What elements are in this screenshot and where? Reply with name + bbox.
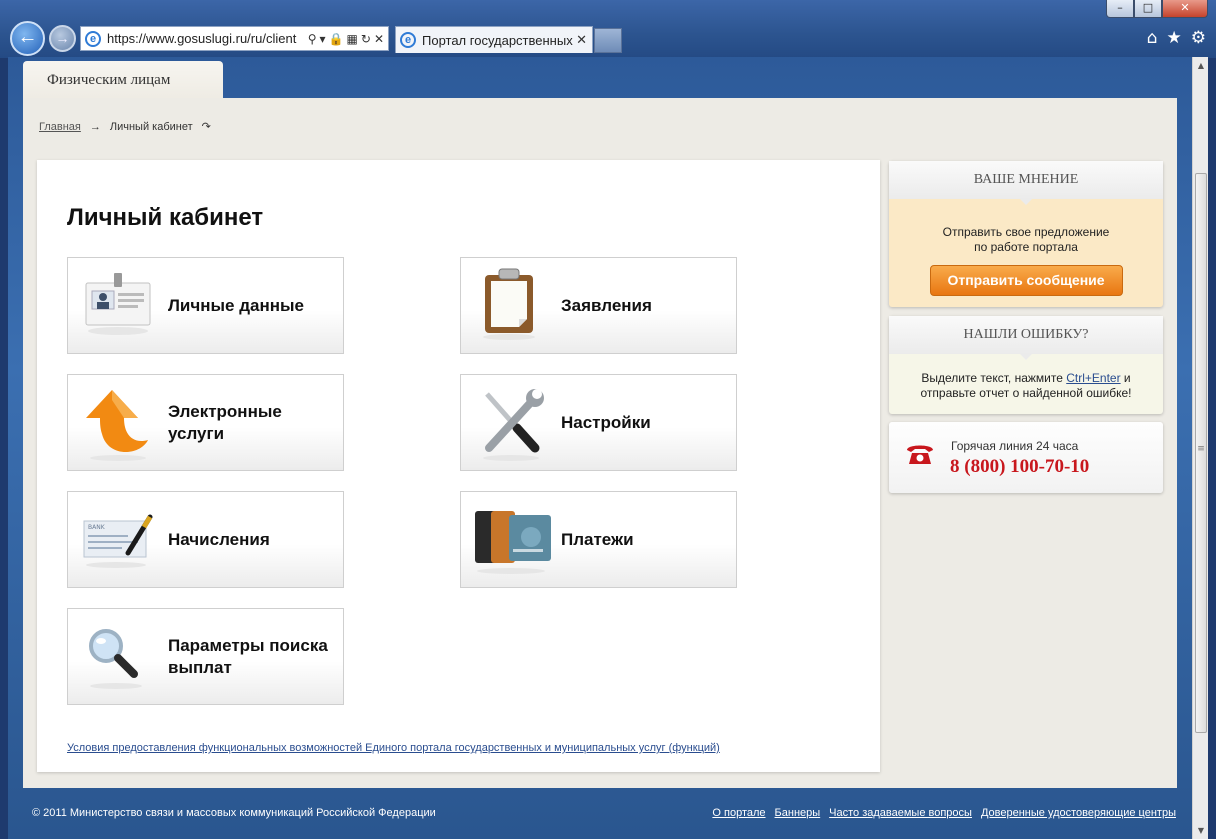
error-text-after: и: [1120, 371, 1131, 385]
breadcrumb: Главная → Личный кабинет ↷: [39, 120, 211, 134]
page-viewport: Физическим лицам Главная → Личный кабине…: [8, 57, 1208, 839]
opinion-text-2: по работе портала: [974, 240, 1078, 254]
hotline-phone: 8 (800) 100-70-10: [950, 456, 1090, 477]
footer-links: О портале Баннеры Часто задаваемые вопро…: [712, 807, 1176, 819]
page-content: Главная → Личный кабинет ↷ Личный кабине…: [23, 98, 1177, 788]
tools-icon: [461, 374, 561, 471]
ie-favicon-icon: e: [85, 30, 101, 47]
forward-button[interactable]: →: [49, 25, 76, 52]
opinion-header: ВАШЕ МНЕНИЕ: [889, 161, 1163, 205]
settings-gear-icon[interactable]: ⚙: [1191, 28, 1206, 48]
toolbar-right: ⌂ ★ ⚙: [1147, 28, 1206, 48]
scroll-thumb[interactable]: ≡: [1195, 173, 1207, 733]
compat-view-icon[interactable]: ▦: [347, 32, 358, 46]
window-controls: – □ ✕: [1106, 0, 1208, 18]
tile-label: Личные данные: [168, 295, 304, 315]
breadcrumb-home-link[interactable]: Главная: [39, 121, 81, 133]
lock-icon[interactable]: 🔒: [329, 32, 344, 46]
scroll-down-icon[interactable]: ▼: [1193, 822, 1208, 839]
stop-icon[interactable]: ✕: [374, 32, 384, 46]
tile-settings[interactable]: Настройки: [460, 374, 737, 471]
close-window-button[interactable]: ✕: [1162, 0, 1208, 18]
vertical-scrollbar[interactable]: ▲ ≡ ▼: [1192, 57, 1208, 839]
opinion-text-1: Отправить свое предложение: [942, 225, 1110, 239]
cabinet-card: Личный кабинет Личные данные Заявления Э…: [37, 160, 880, 772]
terms-link[interactable]: Условия предоставления функциональных во…: [67, 742, 720, 754]
id-card-icon: [68, 257, 168, 354]
telephone-icon: [907, 445, 933, 464]
tile-applications[interactable]: Заявления: [460, 257, 737, 354]
browser-chrome: – □ ✕ ← → e https://www.gosuslugi.ru/ru/…: [0, 0, 1216, 58]
clipboard-icon: [461, 257, 561, 354]
ctrl-enter-shortcut: Ctrl+Enter: [1066, 371, 1121, 385]
send-message-button[interactable]: Отправить сообщение: [929, 265, 1123, 296]
footer-link-about[interactable]: О портале: [712, 807, 765, 819]
tile-label: Настройки: [561, 412, 651, 432]
tile-label: Заявления: [561, 295, 652, 315]
breadcrumb-end-icon: ↷: [201, 121, 211, 133]
address-url[interactable]: https://www.gosuslugi.ru/ru/client: [107, 31, 308, 46]
tile-label: Параметры поиска выплат: [168, 635, 328, 677]
page-footer: © 2011 Министерство связи и массовых ком…: [8, 798, 1192, 828]
tab-favicon-icon: e: [400, 32, 416, 48]
tile-charges[interactable]: BANK Начисления: [67, 491, 344, 588]
tab-title: Портал государственных ...: [422, 32, 577, 48]
error-body: Выделите текст, нажмите Ctrl+Enter и отп…: [889, 354, 1163, 401]
tile-label: Электронные услуги: [168, 401, 282, 443]
refresh-icon[interactable]: ↻: [361, 32, 371, 46]
scroll-up-icon[interactable]: ▲: [1193, 57, 1208, 74]
hotline-label: Горячая линия 24 часа: [951, 439, 1079, 453]
home-icon[interactable]: ⌂: [1147, 28, 1158, 48]
opinion-box: ВАШЕ МНЕНИЕ Отправить свое предложение п…: [889, 161, 1163, 307]
tile-payments[interactable]: Платежи: [460, 491, 737, 588]
error-text-2: отправьте отчет о найденной ошибке!: [920, 386, 1132, 400]
search-icon[interactable]: ⚲: [308, 32, 317, 46]
tile-personal-data[interactable]: Личные данные: [67, 257, 344, 354]
tile-label: Начисления: [168, 529, 270, 549]
breadcrumb-arrow-icon: →: [89, 120, 101, 133]
copyright: © 2011 Министерство связи и массовых ком…: [32, 807, 436, 819]
browser-tab[interactable]: e Портал государственных ... ✕: [395, 26, 593, 53]
opinion-body: Отправить свое предложение по работе пор…: [889, 199, 1163, 296]
footer-link-banners[interactable]: Баннеры: [775, 807, 821, 819]
footer-link-certification-centers[interactable]: Доверенные удостоверяющие центры: [981, 807, 1176, 819]
svg-text:BANK: BANK: [88, 524, 106, 531]
tile-payout-search[interactable]: Параметры поиска выплат: [67, 608, 344, 705]
bank-check-pen-icon: BANK: [68, 491, 168, 588]
grip-icon: ≡: [1197, 444, 1205, 454]
new-tab-button[interactable]: [594, 28, 622, 53]
breadcrumb-current: Личный кабинет: [109, 120, 193, 133]
footer-link-faq[interactable]: Часто задаваемые вопросы: [829, 807, 972, 819]
minimize-button[interactable]: –: [1106, 0, 1134, 18]
magnifier-icon: [68, 608, 168, 705]
section-tab[interactable]: Физическим лицам: [23, 61, 223, 101]
bank-cards-icon: [461, 491, 561, 588]
tab-close-icon[interactable]: ✕: [576, 33, 592, 48]
tile-e-services[interactable]: Электронные услуги: [67, 374, 344, 471]
favorites-star-icon[interactable]: ★: [1167, 28, 1182, 48]
orange-arrow-icon: [68, 374, 168, 471]
back-button[interactable]: ←: [10, 21, 45, 56]
error-header: НАШЛИ ОШИБКУ?: [889, 316, 1163, 360]
address-bar[interactable]: e https://www.gosuslugi.ru/ru/client ⚲ ▾…: [80, 26, 389, 51]
tile-label: Платежи: [561, 529, 634, 549]
error-box: НАШЛИ ОШИБКУ? Выделите текст, нажмите Ct…: [889, 316, 1163, 414]
maximize-button[interactable]: □: [1134, 0, 1162, 18]
dropdown-icon[interactable]: ▾: [320, 32, 326, 46]
hotline-box: Горячая линия 24 часа 8 (800) 100-70-10: [889, 422, 1163, 493]
error-text-before: Выделите текст, нажмите: [921, 371, 1067, 385]
page-title: Личный кабинет: [67, 204, 264, 231]
